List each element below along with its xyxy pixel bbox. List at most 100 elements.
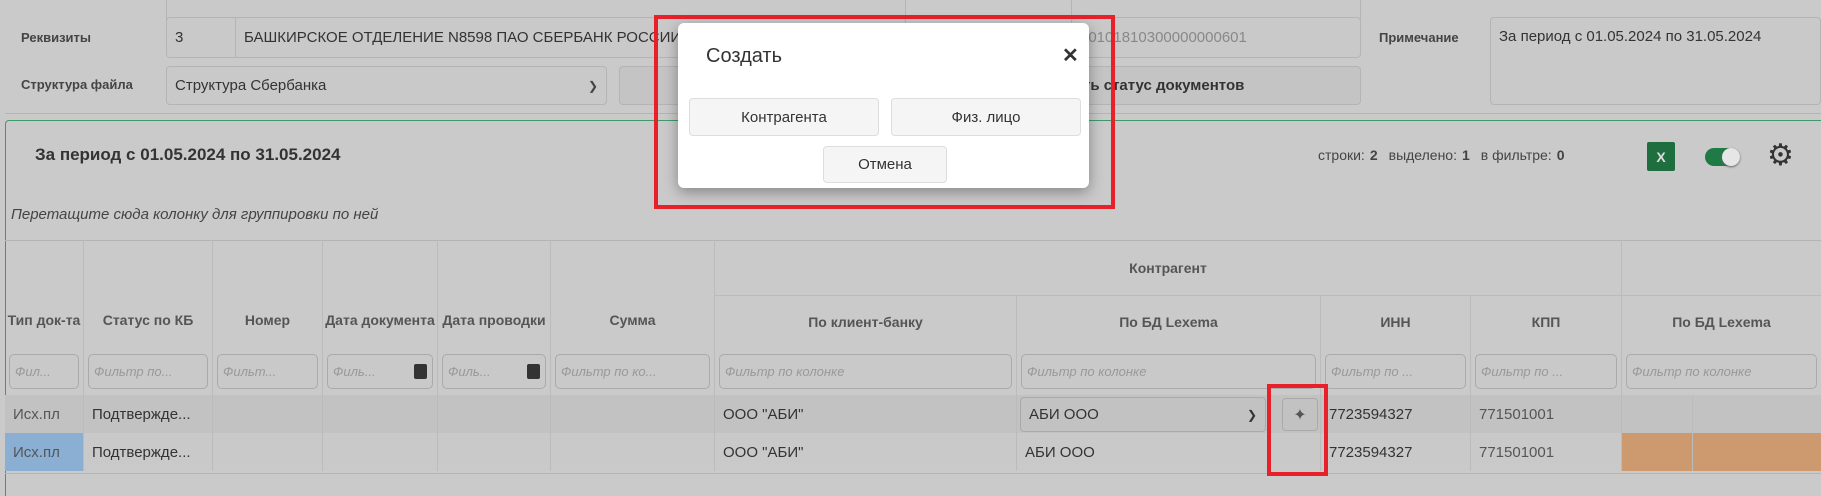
column-header[interactable]: Номер [213,240,323,348]
cancel-button[interactable]: Отмена [823,146,947,183]
group-header-counterparty: Контрагент [715,240,1622,296]
note-label: Примечание [1379,30,1459,45]
column-filter-input[interactable]: Филь... [442,354,546,389]
table-cell[interactable]: 771501001 [1471,433,1622,471]
filter-placeholder: Фильтр по ко... [561,364,657,379]
table-cell[interactable] [551,395,715,433]
column-header[interactable]: По БД Lexema [1017,296,1321,348]
file-structure-label: Структура файла [21,77,133,92]
filter-placeholder: Филь... [448,364,491,379]
filter-placeholder: Фильт... [223,364,277,379]
filter-cell: Фильтр по колонке [1622,348,1821,395]
filter-placeholder: Фильтр по колонке [1632,364,1752,379]
filter-placeholder: Фильтр по колонке [725,364,845,379]
column-filter-input[interactable]: Фильтр по ... [1475,354,1617,389]
column-filter-input[interactable]: Фильтр по ко... [555,354,710,389]
table-cell[interactable]: 771501001 [1471,395,1622,433]
grid-title: За период с 01.05.2024 по 31.05.2024 [35,145,341,164]
table-cell[interactable] [1622,433,1693,471]
column-filter-input[interactable]: Филь... [327,354,433,389]
chevron-down-icon: ❯ [1246,407,1257,422]
create-counterparty-button[interactable]: Контрагента [689,98,879,136]
filter-label: в фильтре: [1480,147,1552,163]
table-cell[interactable]: Подтвержде... [84,395,213,433]
filter-placeholder: Фильтр по колонке [1027,364,1147,379]
filter-placeholder: Фильтр по ... [1481,364,1564,379]
file-structure-value: Структура Сбербанка [175,77,327,94]
table-cell[interactable] [323,433,438,471]
create-modal: Создать ✕ Контрагента Физ. лицо Отмена [678,23,1089,188]
column-header[interactable]: Сумма [551,240,715,348]
filter-cell: Фильтр по ... [1471,348,1622,395]
filter-cell: Филь... [323,348,438,395]
requisites-name: БАШКИРСКОЕ ОТДЕЛЕНИЕ N8598 ПАО СБЕРБАНК … [244,29,682,46]
column-header[interactable]: По клиент-банку [715,296,1017,348]
filter-cell: Фильтр по ко... [551,348,715,395]
table-cell[interactable]: Исх.пл [5,433,84,471]
requisites-code: 3 [167,18,236,57]
filter-cell: Филь... [438,348,551,395]
table-cell[interactable] [213,433,323,471]
excel-export-icon[interactable]: X [1647,142,1675,171]
file-structure-select[interactable]: Структура Сбербанка ❯ [166,66,607,105]
requisites-label: Реквизиты [21,30,91,45]
column-header[interactable]: По БД Lexema [1622,296,1821,348]
table-cell[interactable]: Исх.пл [5,395,84,433]
group-header-next [1622,240,1821,296]
toggle-switch[interactable] [1705,148,1740,166]
filter-placeholder: Фил... [15,364,51,379]
note-textarea[interactable]: За период с 01.05.2024 по 31.05.2024 [1490,17,1821,105]
modal-title: Создать [706,45,783,67]
rows-count: 2 [1369,147,1378,163]
filter-placeholder: Фильтр по ... [1331,364,1414,379]
selected-label: выделено: [1388,147,1457,163]
filter-cell: Фильтр по ... [1321,348,1471,395]
grid-counters: строки: 2 выделено: 1 в фильтре: 0 [1318,147,1565,163]
column-header[interactable]: Статус по КБ [84,240,213,348]
column-header[interactable]: Тип док-та [5,240,84,348]
column-filter-input[interactable]: Фильт... [217,354,318,389]
calendar-icon[interactable] [527,364,540,379]
row-line [5,473,1821,474]
rows-label: строки: [1318,147,1365,163]
column-filter-input[interactable]: Фильтр по... [88,354,208,389]
filter-cell: Фильтр по... [84,348,213,395]
create-person-button[interactable]: Физ. лицо [891,98,1081,136]
selected-count: 1 [1461,147,1470,163]
table-cell[interactable] [213,395,323,433]
gear-icon[interactable]: ⚙ [1767,141,1794,171]
table-cell[interactable]: ООО "АБИ" [715,395,1017,433]
table-cell[interactable] [438,433,551,471]
column-filter-input[interactable]: Фильтр по колонке [1626,354,1817,389]
table-cell[interactable] [1693,395,1821,433]
column-filter-input[interactable]: Фил... [9,354,79,389]
filter-count: 0 [1556,147,1565,163]
calendar-icon[interactable] [414,364,427,379]
table-cell[interactable] [1622,395,1693,433]
filter-cell: Фил... [5,348,84,395]
table-cell[interactable]: 7723594327 [1321,433,1471,471]
filter-placeholder: Филь... [333,364,376,379]
table-cell[interactable] [551,433,715,471]
toggle-knob [1722,148,1740,166]
table-cell[interactable] [1693,433,1821,471]
column-filter-input[interactable]: Фильтр по колонке [719,354,1012,389]
column-header[interactable]: Дата документа [323,240,438,348]
table-cell[interactable] [323,395,438,433]
counterparty-value: АБИ ООО [1029,406,1099,423]
chevron-down-icon: ❯ [587,78,598,93]
close-icon[interactable]: ✕ [1062,43,1079,68]
table-cell[interactable]: 7723594327 [1321,395,1471,433]
filter-placeholder: Фильтр по... [94,364,173,379]
column-filter-input[interactable]: Фильтр по ... [1325,354,1466,389]
column-header[interactable]: Дата проводки [438,240,551,348]
table-cell[interactable] [438,395,551,433]
column-header[interactable]: КПП [1471,296,1622,348]
table-cell[interactable]: Подтвержде... [84,433,213,471]
column-header[interactable]: ИНН [1321,296,1471,348]
counterparty-select[interactable]: АБИ ООО ❯ [1020,397,1266,432]
highlight-frame-wand [1267,384,1328,476]
filter-cell: Фильт... [213,348,323,395]
group-hint: Перетащите сюда колонку для группировки … [11,206,379,223]
table-cell[interactable]: ООО "АБИ" [715,433,1017,471]
